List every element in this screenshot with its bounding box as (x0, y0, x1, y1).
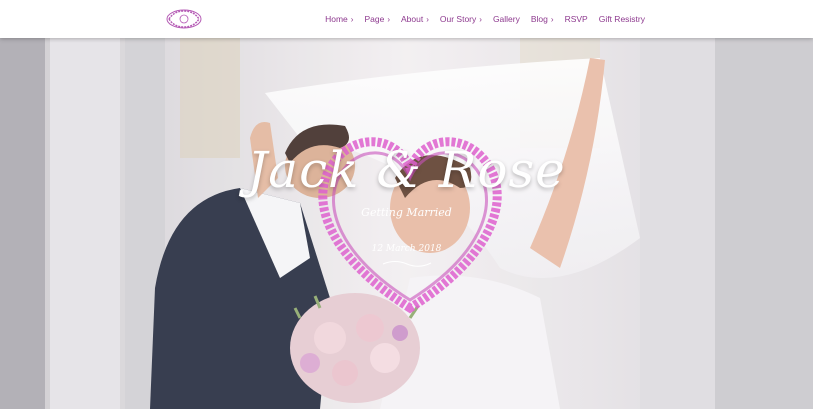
site-logo[interactable] (164, 7, 204, 31)
nav-about-label: About (401, 14, 424, 24)
nav-home-label: Home (325, 14, 348, 24)
nav-rsvp[interactable]: RSVP (565, 14, 588, 24)
nav-home[interactable]: Home › (325, 14, 353, 24)
nav-rsvp-label: RSVP (564, 14, 588, 24)
nav-gift-registry[interactable]: Gift Resistry (599, 14, 645, 24)
nav-page[interactable]: Page › (364, 14, 390, 24)
monogram-wreath-icon (166, 9, 202, 29)
nav-gallery[interactable]: Gallery (493, 14, 520, 24)
hero-photo (0, 38, 813, 409)
hero-subtitle: Getting Married (361, 206, 452, 219)
hero-banner: Jack & Rose Getting Married 12 March 201… (0, 38, 813, 409)
nav-gallery-label: Gallery (492, 14, 520, 24)
chevron-right-icon: › (426, 14, 429, 24)
flourish-divider-icon (382, 261, 432, 267)
nav-blog-label: Blog (530, 14, 548, 24)
nav-page-label: Page (364, 14, 385, 24)
chevron-right-icon: › (387, 14, 390, 24)
nav-gift-registry-label: Gift Resistry (598, 14, 645, 24)
chevron-right-icon: › (350, 14, 354, 24)
nav-our-story-label: Our Story (439, 14, 477, 24)
main-menu: Home › Page › About › Our Story › Gallery Bl… (325, 0, 645, 38)
hero-title: Jack & Rose (247, 141, 566, 199)
top-navbar: Home › Page › About › Our Story › Gallery Bl… (0, 0, 813, 38)
nav-about[interactable]: About › (401, 14, 429, 24)
nav-our-story[interactable]: Our Story › (440, 14, 482, 24)
chevron-right-icon: › (550, 14, 554, 24)
nav-blog[interactable]: Blog › (531, 14, 554, 24)
hero-date: 12 March 2018 (371, 244, 442, 254)
chevron-right-icon: › (479, 14, 482, 24)
